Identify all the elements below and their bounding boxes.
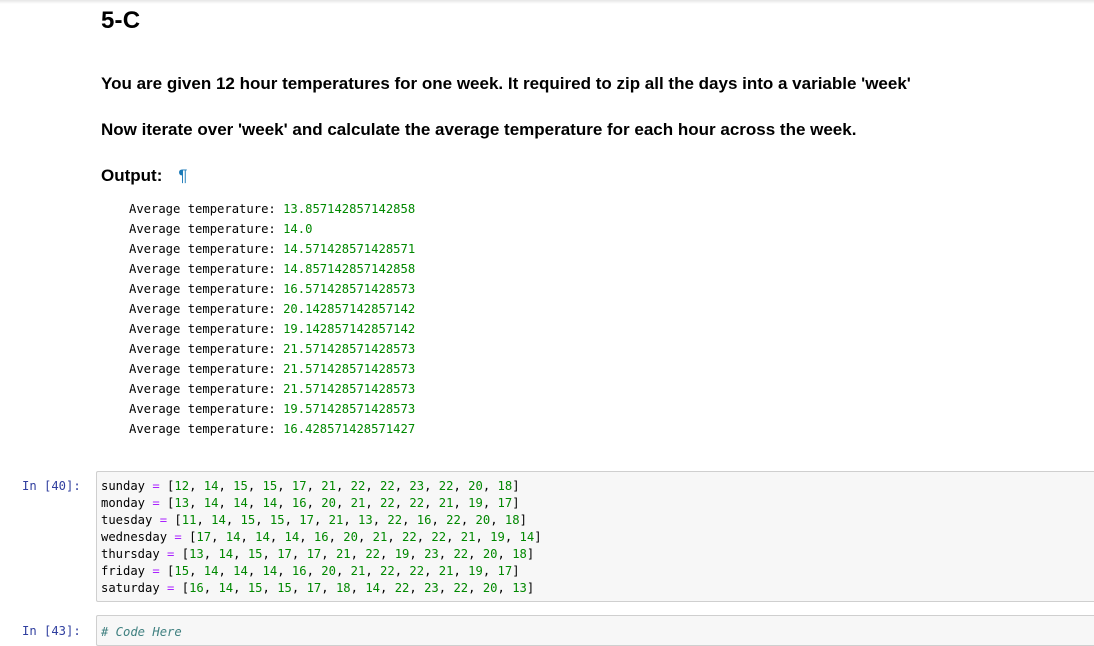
assign-operator: = [174,530,182,544]
list-values: 15, 14, 14, 14, 16, 20, 21, 22, 22, 21, … [174,564,513,578]
output-line: Average temperature: 16.571428571428573 [129,279,415,299]
output-value: 20.142857142857142 [283,302,416,316]
expected-output-block: Average temperature: 13.857142857142858 A… [129,199,415,439]
output-line: Average temperature: 14.0 [129,219,415,239]
output-line: Average temperature: 21.571428571428573 [129,379,415,399]
output-heading-text: Output: [101,166,163,185]
output-heading: Output: ¶ [101,166,188,186]
list-values: 11, 14, 15, 15, 17, 21, 13, 22, 16, 22, … [181,513,520,527]
output-label: Average temperature: [129,202,276,216]
cell-prompt-43: In [43]: [22,624,81,638]
code-cell-days[interactable]: sunday = [12, 14, 15, 15, 17, 21, 22, 22… [96,471,1094,602]
list-values: 13, 14, 14, 14, 16, 20, 21, 22, 22, 21, … [174,496,513,510]
output-line: Average temperature: 21.571428571428573 [129,359,415,379]
variable-name: sunday [101,479,146,493]
output-line: Average temperature: 13.857142857142858 [129,199,415,219]
variable-name: monday [101,496,146,510]
code-line: thursday = [13, 14, 15, 17, 17, 21, 22, … [101,547,535,561]
instruction-paragraph-2: Now iterate over 'week' and calculate th… [101,120,857,139]
output-value: 14.571428571428571 [283,242,416,256]
output-line: Average temperature: 16.428571428571427 [129,419,415,439]
output-value: 21.571428571428573 [283,382,416,396]
output-label: Average temperature: [129,342,276,356]
code-cell-answer[interactable]: # Code Here [96,615,1094,646]
output-label: Average temperature: [129,382,276,396]
code-line: sunday = [12, 14, 15, 15, 17, 21, 22, 22… [101,479,520,493]
assign-operator: = [159,513,168,527]
list-values: 16, 14, 15, 15, 17, 18, 14, 22, 23, 22, … [189,581,527,595]
output-value: 21.571428571428573 [283,342,416,356]
output-line: Average temperature: 14.571428571428571 [129,239,415,259]
output-label: Average temperature: [129,242,276,256]
assign-operator: = [167,547,175,561]
variable-name: saturday [101,581,160,595]
output-line: Average temperature: 20.142857142857142 [129,299,415,319]
list-values: 12, 14, 15, 15, 17, 21, 22, 22, 23, 22, … [174,479,513,493]
output-value: 16.571428571428573 [283,282,416,296]
code-line: friday = [15, 14, 14, 14, 16, 20, 21, 22… [101,564,520,578]
list-values: 13, 14, 15, 17, 17, 21, 22, 19, 23, 22, … [189,547,527,561]
output-label: Average temperature: [129,302,276,316]
variable-name: thursday [101,547,160,561]
exercise-heading: 5-C [101,7,141,34]
variable-name: tuesday [101,513,153,527]
assign-operator: = [152,479,160,493]
output-label: Average temperature: [129,402,276,416]
output-label: Average temperature: [129,362,276,376]
code-line: tuesday = [11, 14, 15, 15, 17, 21, 13, 2… [101,513,527,527]
code-editor-days[interactable]: sunday = [12, 14, 15, 15, 17, 21, 22, 22… [101,478,542,597]
anchor-link-icon[interactable]: ¶ [178,166,187,185]
output-value: 13.857142857142858 [283,202,416,216]
output-line: Average temperature: 19.142857142857142 [129,319,415,339]
code-line: monday = [13, 14, 14, 14, 16, 20, 21, 22… [101,496,520,510]
code-editor-answer[interactable]: # Code Here [101,624,182,641]
cell-prompt-40: In [40]: [22,479,81,493]
variable-name: friday [101,564,146,578]
list-values: 17, 14, 14, 14, 16, 20, 21, 22, 22, 21, … [196,530,535,544]
instruction-paragraph-1: You are given 12 hour temperatures for o… [101,74,911,93]
output-line: Average temperature: 14.857142857142858 [129,259,415,279]
output-label: Average temperature: [129,222,276,236]
output-value: 16.428571428571427 [283,422,416,436]
output-label: Average temperature: [129,322,276,336]
output-value: 19.142857142857142 [283,322,416,336]
output-label: Average temperature: [129,422,276,436]
code-line: saturday = [16, 14, 15, 15, 17, 18, 14, … [101,581,535,595]
assign-operator: = [167,581,175,595]
output-label: Average temperature: [129,262,276,276]
output-value: 21.571428571428573 [283,362,416,376]
output-value: 14.0 [283,222,313,236]
assign-operator: = [152,496,160,510]
code-line: wednesday = [17, 14, 14, 14, 16, 20, 21,… [101,530,542,544]
output-value: 19.571428571428573 [283,402,416,416]
output-value: 14.857142857142858 [283,262,416,276]
notebook-top-shadow [0,0,1094,4]
output-label: Average temperature: [129,282,276,296]
output-line: Average temperature: 19.571428571428573 [129,399,415,419]
variable-name: wednesday [101,530,168,544]
code-comment: # Code Here [101,625,182,639]
output-line: Average temperature: 21.571428571428573 [129,339,415,359]
assign-operator: = [152,564,160,578]
